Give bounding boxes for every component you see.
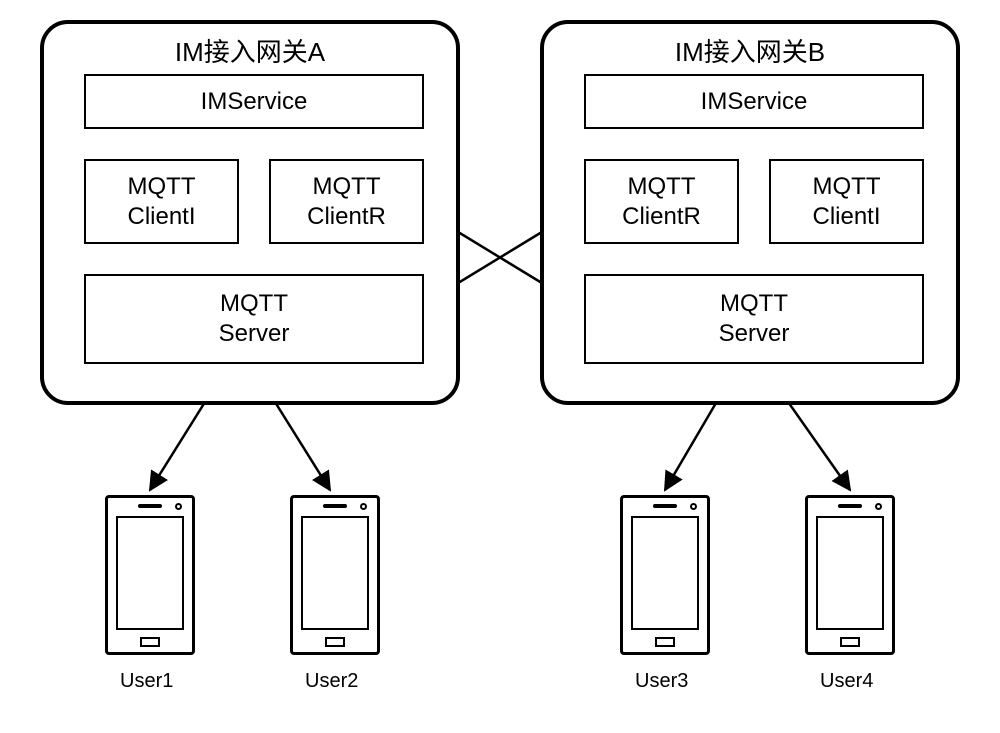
gateway-a-mqtt-server: MQTTServer bbox=[84, 274, 424, 364]
gateway-a-title: IM接入网关A bbox=[44, 32, 456, 69]
gateway-a-mqtt-client-i: MQTTClientI bbox=[84, 159, 239, 244]
gateway-b-mqtt-server: MQTTServer bbox=[584, 274, 924, 364]
label-user3: User3 bbox=[635, 670, 688, 693]
gateway-b: IM接入网关B IMService MQTTClientR MQTTClient… bbox=[540, 20, 960, 405]
gateway-a: IM接入网关A IMService MQTTClientI MQTTClient… bbox=[40, 20, 460, 405]
gateway-a-imservice: IMService bbox=[84, 74, 424, 129]
label-user2: User2 bbox=[305, 670, 358, 693]
label-user1: User1 bbox=[120, 670, 173, 693]
gateway-b-imservice: IMService bbox=[584, 74, 924, 129]
phone-user4 bbox=[805, 495, 895, 655]
phone-user1 bbox=[105, 495, 195, 655]
gateway-b-title: IM接入网关B bbox=[544, 32, 956, 69]
phone-user3 bbox=[620, 495, 710, 655]
gateway-a-mqtt-client-r: MQTTClientR bbox=[269, 159, 424, 244]
gateway-b-mqtt-client-i: MQTTClientI bbox=[769, 159, 924, 244]
phone-user2 bbox=[290, 495, 380, 655]
gateway-b-mqtt-client-r: MQTTClientR bbox=[584, 159, 739, 244]
label-user4: User4 bbox=[820, 670, 873, 693]
